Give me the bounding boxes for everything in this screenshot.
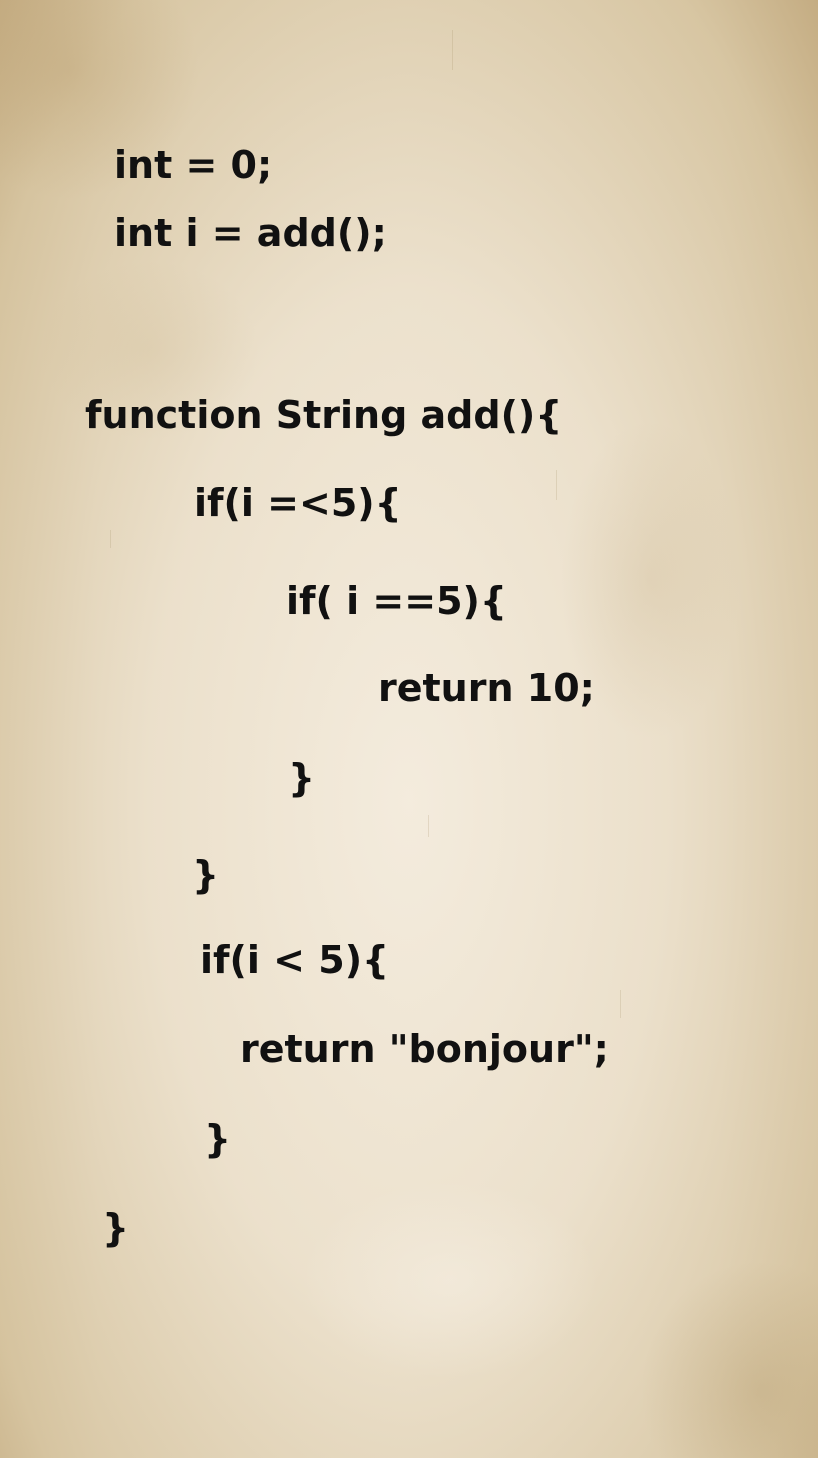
- paper-stain: [640, 1260, 818, 1458]
- code-line: if( i ==5){: [286, 579, 507, 623]
- code-line: return 10;: [378, 666, 595, 710]
- code-line: if(i < 5){: [200, 938, 390, 982]
- code-line: function String add(){: [85, 393, 563, 437]
- paper-fiber: [556, 470, 557, 500]
- paper-fiber: [110, 530, 111, 548]
- paper-fiber: [428, 815, 429, 837]
- code-line: }: [102, 1206, 130, 1250]
- paper-stain: [300, 1180, 600, 1380]
- code-line: }: [192, 853, 220, 897]
- parchment-background: int = 0; int i = add(); function String …: [0, 0, 818, 1458]
- code-line: int i = add();: [114, 211, 387, 255]
- paper-fiber: [452, 30, 453, 70]
- code-line: return "bonjour";: [240, 1027, 609, 1071]
- code-line: if(i =<5){: [194, 481, 402, 525]
- code-line: }: [288, 756, 316, 800]
- paper-fiber: [620, 990, 621, 1018]
- code-line: int = 0;: [114, 143, 273, 187]
- code-line: }: [204, 1117, 232, 1161]
